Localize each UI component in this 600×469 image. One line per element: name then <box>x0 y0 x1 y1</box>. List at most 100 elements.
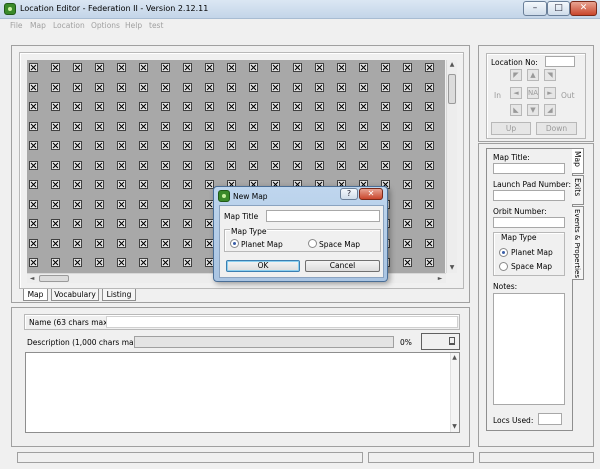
grid-cell[interactable] <box>249 63 258 72</box>
grid-cell[interactable] <box>205 141 214 150</box>
horizontal-scroll-thumb[interactable] <box>39 275 69 282</box>
tab-map[interactable]: Map <box>23 289 48 301</box>
grid-cell[interactable] <box>271 63 280 72</box>
grid-cell[interactable] <box>249 121 258 131</box>
description-scroll-down[interactable]: ▼ <box>450 422 459 432</box>
grid-cell[interactable] <box>117 199 126 209</box>
grid-cell[interactable] <box>73 102 82 111</box>
grid-cell[interactable] <box>183 160 192 170</box>
grid-cell[interactable] <box>403 102 412 111</box>
grid-cell[interactable] <box>381 121 390 131</box>
grid-cell[interactable] <box>205 82 214 92</box>
grid-cell[interactable] <box>337 121 346 131</box>
grid-cell[interactable] <box>29 238 38 248</box>
grid-cell[interactable] <box>29 141 38 150</box>
grid-cell[interactable] <box>425 258 434 267</box>
grid-cell[interactable] <box>293 141 302 150</box>
grid-cell[interactable] <box>161 102 170 111</box>
grid-cell[interactable] <box>139 121 148 131</box>
grid-cell[interactable] <box>139 63 148 72</box>
grid-cell[interactable] <box>425 121 434 131</box>
dialog-map-title-input[interactable] <box>266 210 380 222</box>
nav-southeast-button[interactable]: ◢ <box>544 104 556 116</box>
grid-cell[interactable] <box>381 63 390 72</box>
grid-cell[interactable] <box>183 82 192 92</box>
side-tab-map[interactable]: Map <box>572 148 584 174</box>
grid-cell[interactable] <box>183 141 192 150</box>
map-title-input[interactable] <box>493 163 565 174</box>
grid-cell[interactable] <box>51 180 60 189</box>
scroll-up-arrow[interactable]: ▲ <box>447 60 457 70</box>
orbit-input[interactable] <box>493 217 565 228</box>
grid-cell[interactable] <box>403 219 412 228</box>
grid-cell[interactable] <box>271 141 280 150</box>
grid-cell[interactable] <box>95 102 104 111</box>
grid-cell[interactable] <box>161 63 170 72</box>
grid-cell[interactable] <box>425 180 434 189</box>
grid-cell[interactable] <box>161 121 170 131</box>
grid-cell[interactable] <box>51 82 60 92</box>
grid-cell[interactable] <box>139 141 148 150</box>
grid-cell[interactable] <box>73 82 82 92</box>
grid-cell[interactable] <box>139 160 148 170</box>
grid-cell[interactable] <box>359 141 368 150</box>
grid-cell[interactable] <box>425 141 434 150</box>
grid-cell[interactable] <box>51 102 60 111</box>
grid-cell[interactable] <box>117 121 126 131</box>
grid-cell[interactable] <box>139 102 148 111</box>
grid-cell[interactable] <box>183 219 192 228</box>
nav-northwest-button[interactable]: ◤ <box>510 69 522 81</box>
scroll-left-arrow[interactable]: ◄ <box>27 274 37 284</box>
grid-cell[interactable] <box>337 82 346 92</box>
grid-cell[interactable] <box>425 238 434 248</box>
grid-cell[interactable] <box>381 141 390 150</box>
grid-cell[interactable] <box>51 199 60 209</box>
grid-cell[interactable] <box>95 238 104 248</box>
grid-cell[interactable] <box>205 121 214 131</box>
grid-cell[interactable] <box>117 102 126 111</box>
dialog-help-button[interactable]: ? <box>340 188 358 200</box>
vertical-scroll-thumb[interactable] <box>448 74 456 104</box>
planet-map-radio[interactable] <box>499 248 508 257</box>
grid-cell[interactable] <box>95 82 104 92</box>
grid-cell[interactable] <box>73 180 82 189</box>
grid-cell[interactable] <box>205 63 214 72</box>
grid-cell[interactable] <box>161 160 170 170</box>
grid-cell[interactable] <box>51 160 60 170</box>
grid-cell[interactable] <box>139 238 148 248</box>
nav-south-button[interactable]: ▼ <box>527 104 539 116</box>
grid-cell[interactable] <box>315 160 324 170</box>
grid-cell[interactable] <box>403 63 412 72</box>
grid-cell[interactable] <box>425 82 434 92</box>
grid-cell[interactable] <box>73 63 82 72</box>
grid-cell[interactable] <box>205 160 214 170</box>
grid-cell[interactable] <box>359 102 368 111</box>
grid-cell[interactable] <box>271 102 280 111</box>
grid-cell[interactable] <box>161 238 170 248</box>
grid-cell[interactable] <box>403 82 412 92</box>
tab-vocabulary[interactable]: Vocabulary <box>51 289 99 301</box>
grid-cell[interactable] <box>95 219 104 228</box>
grid-cell[interactable] <box>161 180 170 189</box>
grid-cell[interactable] <box>29 82 38 92</box>
grid-cell[interactable] <box>337 63 346 72</box>
grid-cell[interactable] <box>73 160 82 170</box>
nav-west-button[interactable]: ◄ <box>510 87 522 99</box>
grid-cell[interactable] <box>73 219 82 228</box>
grid-cell[interactable] <box>315 121 324 131</box>
nav-na-button[interactable]: NA <box>527 87 539 99</box>
grid-cell[interactable] <box>227 141 236 150</box>
description-scrollbar[interactable]: ▲ ▼ <box>450 353 459 432</box>
grid-cell[interactable] <box>271 160 280 170</box>
grid-cell[interactable] <box>183 102 192 111</box>
grid-cell[interactable] <box>227 102 236 111</box>
grid-cell[interactable] <box>161 199 170 209</box>
grid-cell[interactable] <box>139 82 148 92</box>
dialog-space-map-radio[interactable] <box>308 239 317 248</box>
side-tab-events-properties[interactable]: Events & Properties <box>572 206 584 280</box>
menu-file[interactable]: File <box>10 21 23 30</box>
grid-cell[interactable] <box>403 238 412 248</box>
grid-cell[interactable] <box>117 258 126 267</box>
grid-cell[interactable] <box>51 238 60 248</box>
grid-cell[interactable] <box>359 121 368 131</box>
